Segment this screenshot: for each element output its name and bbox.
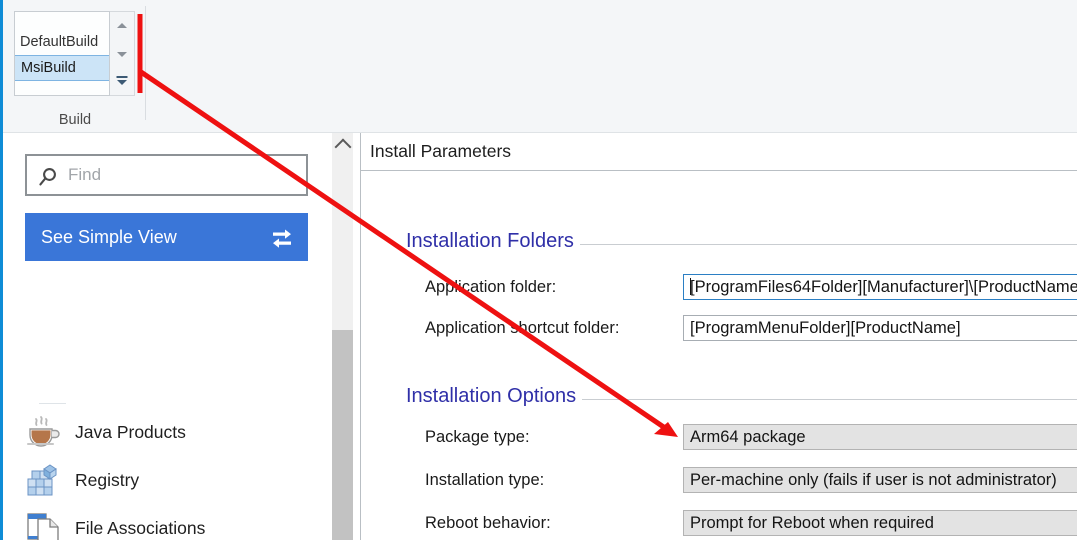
application-window: DefaultBuild MsiBuild Build Find See Sim… xyxy=(0,0,1077,540)
section-title: Installation Options xyxy=(406,385,583,408)
show-all-items-bar-icon xyxy=(116,76,128,78)
build-list-scroll-down-button[interactable] xyxy=(110,40,134,68)
sidebar-item-label: Registry xyxy=(75,469,140,490)
installation-type-dropdown[interactable]: Per-machine only (fails if user is not a… xyxy=(683,467,1077,493)
search-icon xyxy=(37,166,59,188)
sidebar-item-java-products[interactable]: Java Products xyxy=(3,408,332,456)
application-folder-input[interactable]: [ProgramFiles64Folder][Manufacturer]\[Pr… xyxy=(683,274,1077,300)
field-row: Package type: Arm64 package xyxy=(361,424,1077,450)
ribbon-empty-area xyxy=(155,0,1077,133)
see-simple-view-label: See Simple View xyxy=(41,227,177,247)
navigation-scrollbar[interactable] xyxy=(332,133,353,540)
triangle-up-icon xyxy=(117,23,127,28)
navigation-scrollbar-thumb[interactable] xyxy=(332,330,353,540)
ribbon-group-separator xyxy=(145,6,146,120)
field-label-package-type: Package type: xyxy=(425,428,530,446)
triangle-down-icon xyxy=(117,52,127,57)
build-list-show-all-button[interactable] xyxy=(110,68,134,96)
sidebar-item-label: Java Products xyxy=(75,421,186,442)
field-label-application-folder: Application folder: xyxy=(425,278,557,296)
find-search-box[interactable]: Find xyxy=(25,154,308,196)
field-label-reboot-behavior: Reboot behavior: xyxy=(425,514,551,532)
navigation-item-list: Java Products Registry File Associations xyxy=(3,408,332,540)
reboot-behavior-dropdown[interactable]: Prompt for Reboot when required xyxy=(683,510,1077,536)
field-row: Application folder: [ProgramFiles64Folde… xyxy=(361,274,1077,300)
package-type-dropdown[interactable]: Arm64 package xyxy=(683,424,1077,450)
field-row: Installation type: Per-machine only (fai… xyxy=(361,467,1077,493)
ribbon-bar: DefaultBuild MsiBuild Build xyxy=(3,0,1077,133)
field-row: Reboot behavior: Prompt for Reboot when … xyxy=(361,510,1077,536)
content-header: Install Parameters xyxy=(361,133,1077,171)
navigation-separator xyxy=(39,403,66,404)
application-folder-value: [ProgramFiles64Folder][Manufacturer]\[Pr… xyxy=(690,278,1077,296)
application-shortcut-folder-input[interactable]: [ProgramMenuFolder][ProductName] xyxy=(683,315,1077,341)
sidebar-item-registry[interactable]: Registry xyxy=(3,456,332,504)
section-title: Installation Folders xyxy=(406,230,580,253)
ribbon-group-label: Build xyxy=(58,112,92,128)
build-configuration-list[interactable]: DefaultBuild MsiBuild xyxy=(14,11,110,96)
registry-blocks-icon xyxy=(25,462,61,498)
build-list-item[interactable]: DefaultBuild xyxy=(15,30,109,55)
window-accent-border xyxy=(0,0,3,540)
coffee-cup-icon xyxy=(25,414,61,450)
build-list-item-selected[interactable]: MsiBuild xyxy=(15,55,109,81)
field-label-installation-type: Installation type: xyxy=(425,471,545,489)
find-input-placeholder[interactable]: Find xyxy=(68,156,101,194)
sidebar-item-label: File Associations xyxy=(75,517,206,538)
sidebar-item-file-associations[interactable]: File Associations xyxy=(3,504,332,540)
pane-divider xyxy=(353,133,360,540)
content-pane: Install Parameters Installation Folders … xyxy=(360,133,1077,540)
navigation-pane: Find See Simple View Java Products Regis… xyxy=(3,133,332,540)
navigation-scroll-up-button[interactable] xyxy=(332,133,353,156)
file-associations-icon xyxy=(25,510,61,540)
show-all-items-icon xyxy=(117,80,127,85)
field-row: Application shortcut folder: [ProgramMen… xyxy=(361,315,1077,341)
build-list-scroll-up-button[interactable] xyxy=(110,12,134,40)
chevron-up-icon xyxy=(334,138,352,156)
page-title: Install Parameters xyxy=(370,141,512,161)
see-simple-view-button[interactable]: See Simple View xyxy=(25,213,308,261)
build-list-scroll-buttons[interactable] xyxy=(110,11,135,96)
swap-arrows-icon xyxy=(271,226,293,248)
field-label-application-shortcut-folder: Application shortcut folder: xyxy=(425,319,620,337)
